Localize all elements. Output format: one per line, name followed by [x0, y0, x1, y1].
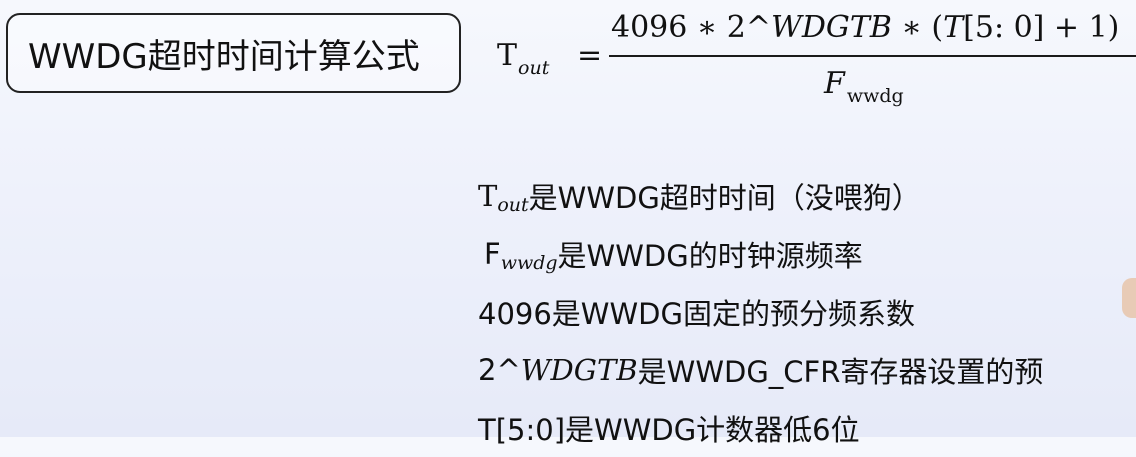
- line-math-sub: out: [497, 194, 529, 216]
- line-text: 是WWDG_CFR寄存器设置的预: [637, 355, 1044, 389]
- denominator-main: F: [824, 66, 845, 101]
- line-math-symbol: T: [478, 179, 498, 213]
- formula-lhs: Tout: [497, 38, 549, 79]
- formula-numerator: 4096 ∗ 2^WDGTB ∗ (T[5: 0] + 1): [611, 10, 1119, 45]
- formula-lhs-sub: out: [518, 57, 550, 79]
- formula-title: WWDG超时时间计算公式: [28, 36, 420, 77]
- formula-lhs-main: T: [497, 38, 518, 73]
- explanation-line-tout: Tout 是WWDG超时时间（没喂狗）: [478, 167, 1136, 225]
- fraction-line: [609, 55, 1136, 57]
- numerator-suffix: [5: 0] + 1): [963, 10, 1120, 45]
- formula-title-box: WWDG超时时间计算公式: [6, 13, 461, 93]
- numerator-prefix: 4096 ∗ 2^: [611, 10, 772, 45]
- explanation-line-wdgtb: 2^ WDGTB 是WWDG_CFR寄存器设置的预: [478, 341, 1136, 399]
- timeout-formula: Tout = 4096 ∗ 2^WDGTB ∗ (T[5: 0] + 1) Fw…: [497, 0, 1136, 115]
- presenter-edge: [1122, 278, 1136, 318]
- explanation-line-counter: T[5:0]是WWDG计数器低6位: [478, 399, 1136, 457]
- line-text: 是WWDG超时时间（没喂狗）: [528, 181, 921, 215]
- numerator-t: T: [943, 10, 964, 45]
- denominator-sub: wwdg: [846, 85, 904, 107]
- numerator-mid: ∗ (: [891, 10, 944, 45]
- line-text: 是WWDG的时钟源频率: [557, 239, 863, 273]
- line-math-var: WDGTB: [520, 353, 638, 387]
- formula-denominator: Fwwdg: [824, 66, 904, 107]
- line-math-symbol: F: [484, 237, 501, 271]
- explanation-line-4096: 4096是WWDG固定的预分频系数: [478, 283, 1136, 341]
- explanation-line-fwwdg: Fwwdg 是WWDG的时钟源频率: [478, 225, 1136, 283]
- line-prefix: 2^: [478, 353, 521, 387]
- line-text: 4096是WWDG固定的预分频系数: [478, 297, 915, 331]
- formula-equals: =: [577, 38, 603, 73]
- explanation-list: Tout 是WWDG超时时间（没喂狗） Fwwdg 是WWDG的时钟源频率 4096…: [478, 167, 1136, 457]
- line-text: T[5:0]是WWDG计数器低6位: [478, 413, 860, 447]
- numerator-var: WDGTB: [771, 10, 892, 45]
- line-math-sub: wwdg: [500, 252, 558, 274]
